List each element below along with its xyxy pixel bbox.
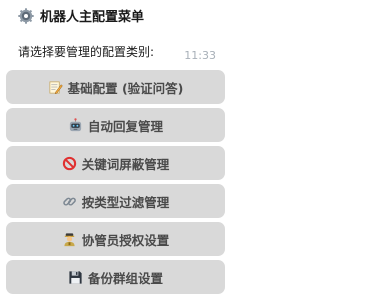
basic-config-label: 基础配置 (验证问答) (67, 80, 184, 96)
guard-icon (62, 232, 77, 247)
keyword-block-label: 关键词屏蔽管理 (81, 156, 170, 172)
backup-group-label: 备份群组设置 (87, 270, 163, 286)
message-title-text: 机器人主配置菜单 (40, 10, 145, 25)
auto-reply-button[interactable]: 自动回复管理 (6, 108, 225, 142)
message-title: 机器人主配置菜单 (18, 6, 144, 25)
message-bubble: 机器人主配置菜单 请选择要管理的配置类别: 11:33 (6, 0, 226, 66)
gear-icon (18, 7, 34, 24)
robot-icon (68, 117, 83, 133)
memo-icon (48, 80, 63, 95)
auto-reply-label: 自动回复管理 (87, 118, 163, 134)
link-icon (62, 194, 77, 209)
type-filter-label: 按类型过滤管理 (81, 194, 170, 210)
prohibited-icon (62, 156, 77, 171)
floppy-disk-icon (68, 270, 83, 285)
basic-config-button[interactable]: 基础配置 (验证问答) (6, 70, 225, 104)
type-filter-button[interactable]: 按类型过滤管理 (6, 184, 225, 218)
moderator-auth-label: 协管员授权设置 (81, 232, 170, 248)
message-subtitle: 请选择要管理的配置类别: (18, 45, 155, 59)
backup-group-button[interactable]: 备份群组设置 (6, 260, 225, 294)
message-timestamp: 11:33 (184, 49, 216, 62)
keyword-block-button[interactable]: 关键词屏蔽管理 (6, 146, 225, 180)
moderator-auth-button[interactable]: 协管员授权设置 (6, 222, 225, 256)
